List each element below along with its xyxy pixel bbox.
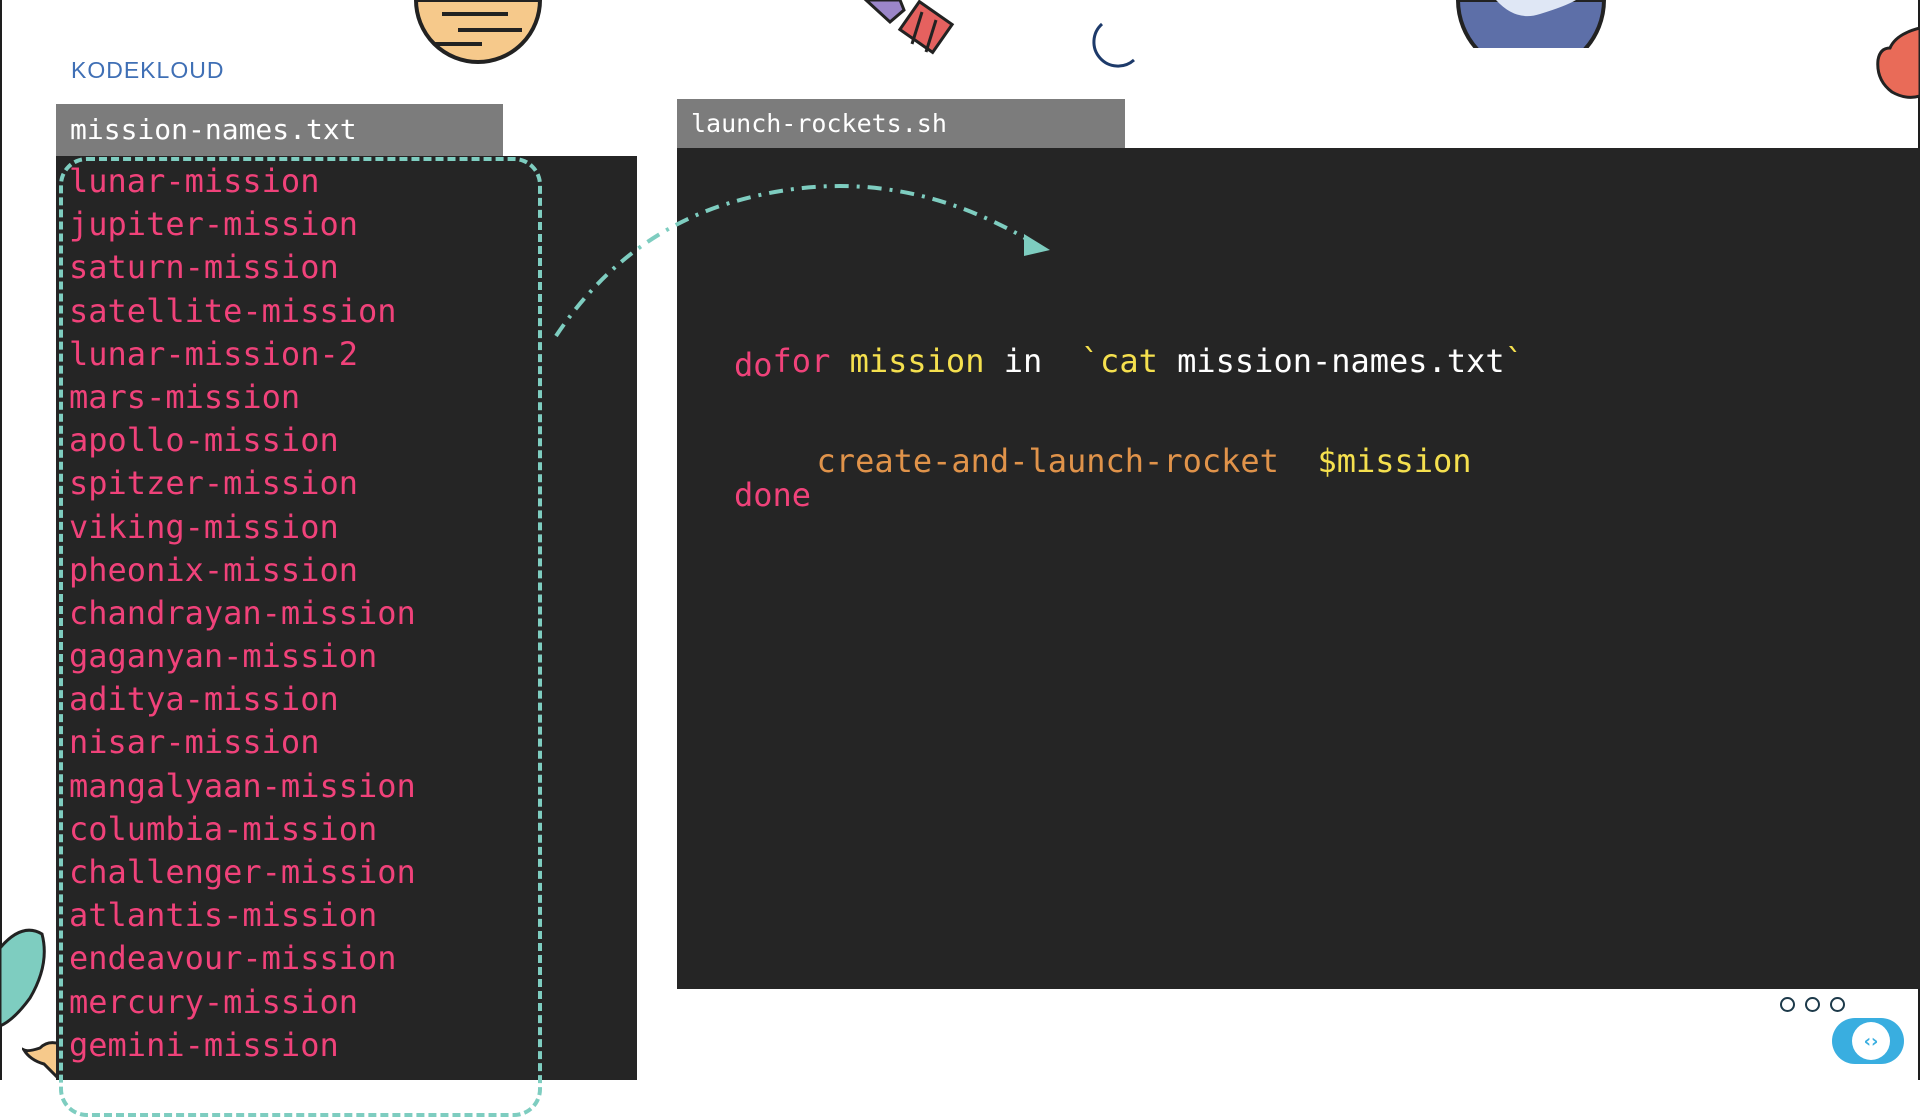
backtick-open: ` — [1080, 342, 1101, 380]
code-brackets-icon: ‹› — [1852, 1022, 1890, 1060]
list-item: aditya-mission — [69, 680, 339, 719]
dot-2 — [1805, 997, 1820, 1012]
list-item: challenger-mission — [69, 853, 416, 891]
list-item: gemini-mission — [69, 1025, 339, 1064]
moon-icon — [1092, 22, 1135, 68]
star-icon — [22, 1041, 60, 1080]
cat-argument: mission-names.txt — [1177, 342, 1505, 380]
tab-launch-rockets-script[interactable]: launch-rockets.sh — [677, 99, 1125, 148]
list-item: apollo-mission — [69, 421, 339, 460]
list-item: mangalyaan-mission — [69, 766, 416, 805]
kodekloud-logo: KODEKLOUD — [71, 57, 225, 83]
list-item: jupiter-mission — [69, 205, 358, 244]
mission-list: lunar-mission jupiter-mission saturn-mis… — [69, 160, 416, 1067]
list-item: endeavour-mission — [69, 939, 397, 978]
keyword-in: in — [1003, 342, 1043, 380]
backtick-close: ` — [1504, 342, 1524, 380]
command-argument: $mission — [1317, 442, 1472, 480]
code-line-done: done — [734, 476, 812, 514]
leaf-icon — [0, 928, 46, 1028]
list-item: saturn-mission — [69, 248, 339, 287]
list-item: mars-mission — [69, 377, 301, 416]
list-item: columbia-mission — [69, 809, 378, 848]
list-item: lunar-mission-2 — [69, 334, 358, 373]
telescope-icon — [863, 0, 955, 55]
tab-mission-names-file[interactable]: mission-names.txt — [56, 104, 503, 156]
dot-3 — [1830, 997, 1845, 1012]
list-item: gaganyan-mission — [69, 637, 378, 676]
list-item: viking-mission — [69, 507, 339, 546]
list-item: lunar-mission — [69, 162, 320, 200]
list-item: spitzer-mission — [69, 464, 358, 503]
list-item: atlantis-mission — [69, 896, 378, 935]
code-line-command: create-and-launch-rocket $mission — [778, 404, 1472, 480]
list-item: chandrayan-mission — [69, 593, 416, 632]
more-dots-icon[interactable] — [1770, 997, 1845, 1016]
launch-command: create-and-launch-rocket — [816, 442, 1279, 480]
list-item: mercury-mission — [69, 982, 358, 1021]
keyword-for: for — [772, 342, 831, 380]
list-item: pheonix-mission — [69, 550, 358, 589]
globe-icon — [1456, 0, 1606, 48]
list-item: nisar-mission — [69, 723, 320, 762]
dot-1 — [1780, 997, 1795, 1012]
loop-variable: mission — [849, 342, 985, 380]
rocket-icon — [1876, 26, 1920, 99]
code-line-do: do — [734, 346, 773, 384]
planet-icon — [413, 0, 543, 64]
cat-command: cat — [1100, 342, 1158, 380]
list-item: satellite-mission — [69, 291, 397, 330]
chat-bubble-icon[interactable]: ‹› — [1832, 1018, 1904, 1064]
code-line-for: for mission in `cat mission-names.txt` — [734, 304, 1524, 380]
